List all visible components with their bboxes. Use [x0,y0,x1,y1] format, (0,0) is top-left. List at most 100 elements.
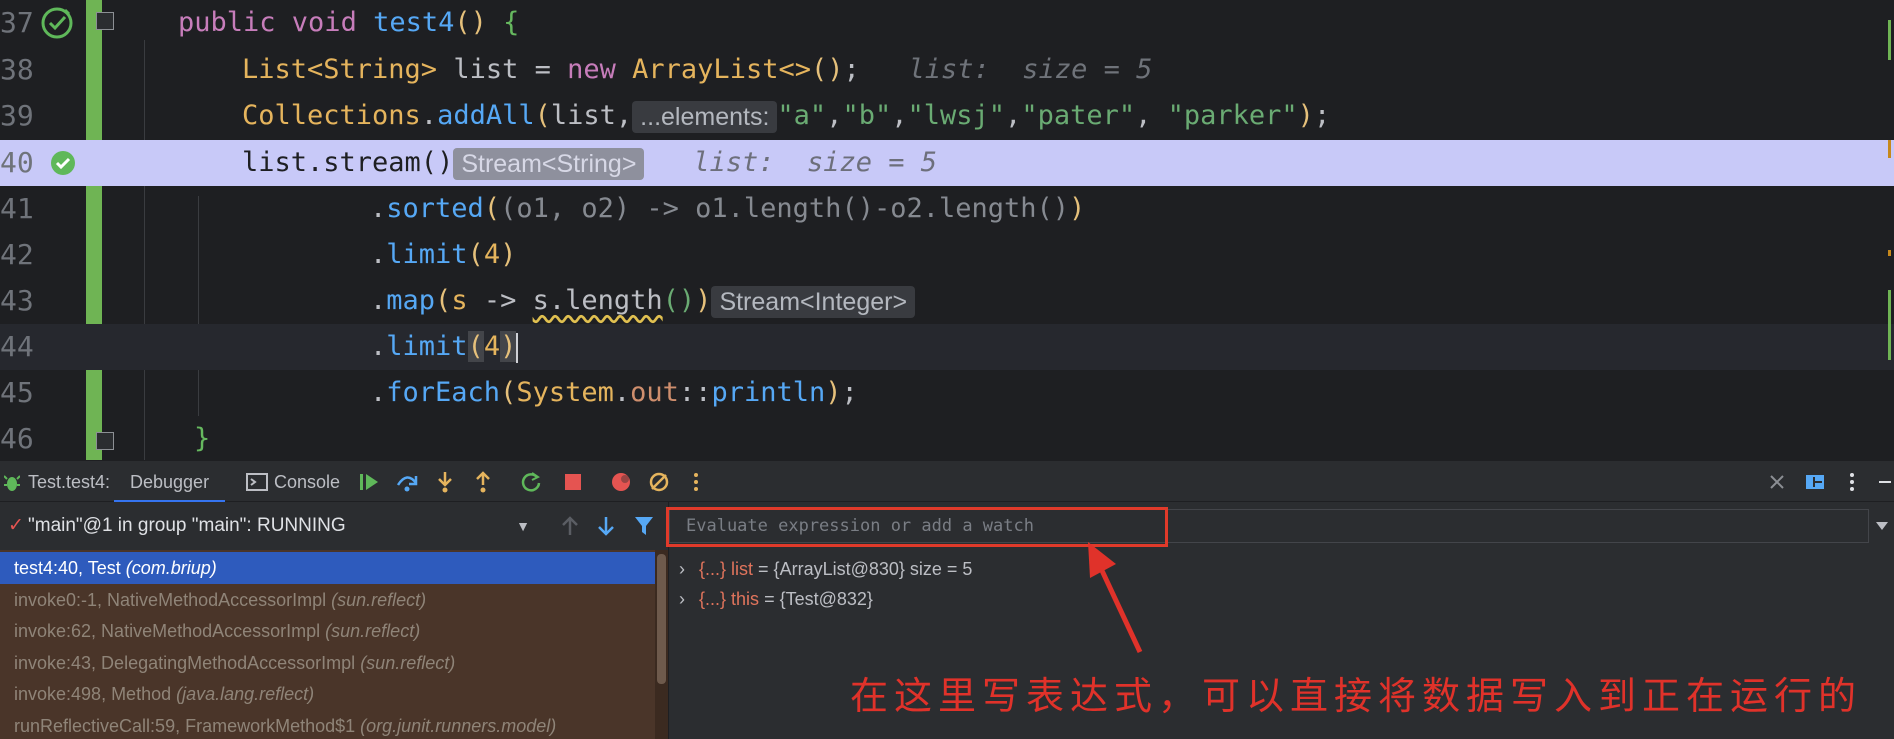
code-line[interactable]: 45 .forEach(System.out::println); [0,370,1894,416]
variable-row[interactable]: › {...} this = {Test@832} [679,584,873,614]
line-number[interactable]: 38 [0,47,34,93]
rerun-icon[interactable] [520,471,542,493]
mute-breakpoints-icon[interactable] [648,471,670,493]
code-token: () [662,285,696,316]
text-caret [516,332,519,363]
stack-frame[interactable]: invoke:498, Method (java.lang.reflect) [0,678,655,710]
close-icon[interactable] [1768,471,1786,493]
code-line[interactable]: 41 .sorted((o1, o2) -> o1.length()-o2.len… [0,186,1894,232]
code-token: s.length [532,285,663,316]
code-text[interactable]: .sorted((o1, o2) -> o1.length()-o2.lengt… [370,186,1085,232]
history-dropdown-icon[interactable] [1875,520,1889,532]
line-number[interactable]: 42 [0,232,34,278]
line-number[interactable]: 43 [0,278,34,324]
line-number[interactable]: 37 [0,0,34,46]
frame-package: (sun.reflect) [331,589,427,610]
chevron-down-icon[interactable]: ▼ [516,502,530,550]
test-passed-run-icon[interactable] [40,6,74,40]
inlay-hint: ...elements: [632,100,778,133]
code-editor[interactable]: 37 public void test4() { 38 List<String> li… [0,0,1894,460]
stop-icon[interactable] [562,471,584,493]
code-line[interactable]: 40 list.stream() Stream<String> list: size… [0,140,1894,186]
line-number[interactable]: 44 [0,324,34,370]
inlay-hint: Stream<String> [453,147,645,180]
code-text[interactable]: .map(s -> s.length()) Stream<Integer> [370,278,916,324]
step-into-icon[interactable] [434,471,456,493]
thread-label: "main"@1 in group "main": RUNNING [28,515,346,536]
debug-session-label[interactable]: Test.test4: [28,461,110,503]
stack-frame[interactable]: invoke:43, DelegatingMethodAccessorImpl … [0,647,655,679]
next-frame-icon[interactable] [596,515,616,537]
fold-end-icon[interactable] [96,432,114,450]
code-token: limit [386,331,468,362]
frames-scrollbar[interactable] [655,550,668,739]
step-over-icon[interactable] [396,471,418,493]
code-token: . [370,377,387,408]
code-token: () [810,54,844,85]
code-token: ( [467,239,484,270]
stack-frame[interactable]: invoke:62, NativeMethodAccessorImpl (sun… [0,615,655,647]
line-number[interactable]: 40 [0,140,34,186]
code-text[interactable]: .limit(4) [370,324,519,370]
tab-debugger[interactable]: Debugger [114,461,226,503]
code-text[interactable]: list.stream() Stream<String> list: size =… [242,140,937,186]
options-menu-icon[interactable] [1846,471,1858,493]
line-number[interactable]: 41 [0,186,34,232]
code-line[interactable]: 37 public void test4() { [0,0,1894,46]
code-token: (o1, o2) -> o1.length()-o2.length() [500,193,1070,224]
scrollbar-thumb[interactable] [657,554,666,684]
filter-icon[interactable] [634,515,654,537]
code-token: out [630,377,679,408]
stack-frame[interactable]: test4:40, Test (com.briup) [0,552,655,584]
stack-frame[interactable]: invoke0:-1, NativeMethodAccessorImpl (su… [0,584,655,616]
code-text[interactable]: .forEach(System.out::println); [370,370,858,416]
code-line[interactable]: 46} [0,416,1894,460]
code-text[interactable]: .limit(4) [370,232,516,278]
line-number[interactable]: 46 [0,416,34,460]
line-number[interactable]: 45 [0,370,34,416]
stack-frame[interactable]: runReflectiveCall:59, FrameworkMethod$1 … [0,710,655,739]
frame-package: (sun.reflect) [360,652,456,673]
code-line[interactable]: 44 .limit(4) [0,324,1894,370]
code-line[interactable]: 39 Collections.addAll(list, ...elements: "a… [0,93,1894,139]
inlay-hint: Stream<Integer> [711,285,916,318]
expand-chevron-icon[interactable]: › [679,554,699,584]
line-number[interactable]: 39 [0,93,34,139]
thread-selector[interactable]: ✓ "main"@1 in group "main": RUNNING ▼ [0,502,540,550]
previous-frame-icon[interactable] [560,515,580,537]
view-breakpoints-icon[interactable] [610,471,632,493]
code-token: ) [500,331,517,362]
code-token: ) [1297,100,1314,131]
more-options-icon[interactable] [690,471,702,493]
expand-chevron-icon[interactable]: › [679,584,699,614]
code-text[interactable]: } [194,416,210,460]
breakpoint-check-icon[interactable] [50,150,76,176]
minimize-icon[interactable] [1876,471,1894,493]
frame-package: (org.junit.runners.model) [360,716,557,736]
code-line[interactable]: 42 .limit(4) [0,232,1894,278]
code-line[interactable]: 43 .map(s -> s.length()) Stream<Integer> [0,278,1894,324]
code-token: , [826,100,843,131]
code-token: test4 [373,7,455,38]
frame-method: runReflectiveCall:59, FrameworkMethod$1 [14,716,361,736]
tab-console[interactable]: Console [274,461,340,503]
step-out-icon[interactable] [472,471,494,493]
code-token: list.stream() [242,147,454,178]
code-token: ) [695,285,712,316]
code-token: "pater" [1021,100,1136,131]
code-text[interactable]: public void test4() { [178,0,519,46]
debug-toolbar: Test.test4: Debugger Console [0,460,1894,503]
code-text[interactable]: List<String> list = new ArrayList<>(); l… [242,47,1152,93]
code-line[interactable]: 38 List<String> list = new ArrayList<>();… [0,47,1894,93]
error-stripe[interactable] [1888,0,1892,460]
code-token: -> [483,285,533,316]
frame-controls [540,502,668,550]
layout-icon[interactable] [1804,471,1826,493]
resume-program-icon[interactable] [358,471,380,493]
code-token: () [454,7,504,38]
fold-collapse-icon[interactable] [96,12,114,30]
annotation-text: 在这里写表达式，可以直接将数据写入到正在运行的 [850,674,1863,718]
code-text[interactable]: Collections.addAll(list, ...elements: "a",… [242,93,1330,139]
frames-panel: ✓ "main"@1 in group "main": RUNNING ▼ te… [0,502,668,739]
variable-row[interactable]: › {...} list = {ArrayList@830} size = 5 [679,554,972,584]
